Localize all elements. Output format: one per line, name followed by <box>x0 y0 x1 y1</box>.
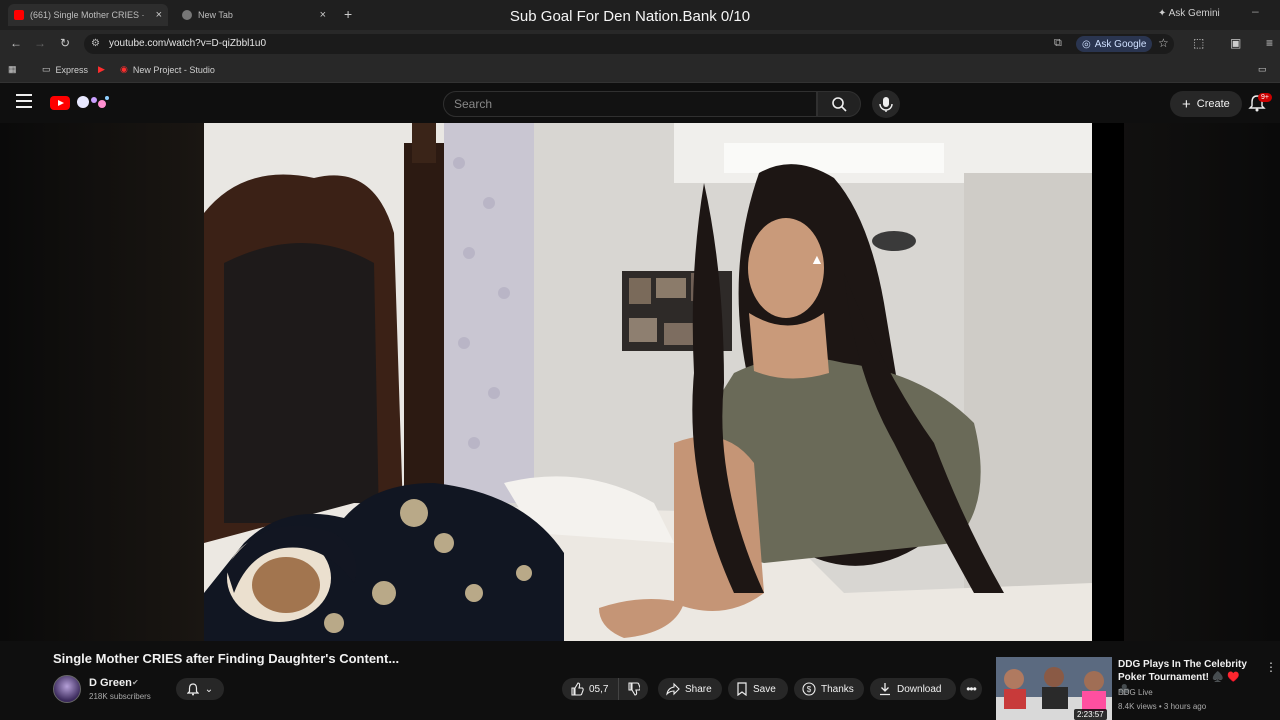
thanks-button[interactable]: $ Thanks <box>794 678 864 700</box>
channel-name[interactable]: D Green <box>89 677 132 689</box>
bookmark-label: Express <box>55 64 89 75</box>
recommendation-meta: 8.4K views • 3 hours ago <box>1118 702 1207 711</box>
bookmark-icon <box>737 682 747 696</box>
ask-google-button[interactable]: ◎ Ask Google <box>1076 36 1153 52</box>
video-player[interactable]: ▲ <box>204 123 1092 641</box>
folder-icon: ▭ <box>42 64 51 74</box>
video-frame <box>204 123 1092 641</box>
thumbs-up-icon <box>571 682 584 696</box>
url-text[interactable]: youtube.com/watch?v=D-qiZbbl1u0 <box>109 38 266 49</box>
back-arrow-icon[interactable]: ← <box>10 36 22 50</box>
video-title: Single Mother CRIES after Finding Daught… <box>53 651 400 666</box>
recommendation-channel[interactable]: DDG Live <box>1118 688 1153 697</box>
download-button[interactable]: Download <box>870 678 956 700</box>
share-icon <box>666 682 680 696</box>
studio-favicon-icon: ◉ <box>120 64 128 74</box>
bookmark-new-project-studio[interactable]: ◉ New Project - Studio <box>120 64 215 75</box>
apps-grid-icon[interactable]: ▦ <box>8 64 17 75</box>
download-label: Download <box>897 683 942 695</box>
dislike-button[interactable] <box>618 678 648 700</box>
doodle-icon[interactable] <box>74 93 112 111</box>
create-button[interactable]: + Create <box>1170 91 1242 117</box>
tab-youtube[interactable]: (661) Single Mother CRIES · × <box>8 4 168 26</box>
site-info-icon[interactable]: ⚙ <box>91 38 100 49</box>
verified-badge-icon: ✔ <box>132 678 139 687</box>
svg-text:$: $ <box>807 685 812 694</box>
more-actions-button[interactable]: ••• <box>960 678 982 700</box>
pillarbox <box>1092 123 1124 641</box>
google-lens-icon: ◎ <box>1082 38 1091 50</box>
chevron-down-icon: ⌄ <box>204 683 214 695</box>
reload-icon[interactable]: ↻ <box>60 36 70 50</box>
microphone-icon <box>879 97 893 112</box>
download-icon <box>880 683 890 696</box>
install-app-icon[interactable]: ⧉ <box>1054 37 1062 50</box>
notification-count-badge: 9+ <box>1258 93 1272 102</box>
create-label: Create <box>1196 98 1230 110</box>
ask-gemini-label: Ask Gemini <box>1168 8 1220 19</box>
thumbs-down-icon <box>628 682 640 696</box>
share-label: Share <box>685 683 712 695</box>
tab-search-icon[interactable]: ▣ <box>1230 36 1241 50</box>
bookmark-express[interactable]: ▭ Express <box>42 64 88 75</box>
bookmark-label: New Project - Studio <box>132 64 215 75</box>
bell-icon <box>186 682 199 695</box>
more-vertical-icon[interactable]: ⋮ <box>1265 660 1277 674</box>
forward-arrow-icon[interactable]: → <box>34 36 46 50</box>
subscriber-count: 218K subscribers <box>89 692 151 701</box>
plus-icon: + <box>1182 95 1191 113</box>
super-thanks-icon: $ <box>802 682 816 696</box>
youtube-logo[interactable] <box>50 96 70 110</box>
tab-label: New Tab <box>198 10 233 20</box>
youtube-favicon-icon: ▶ <box>98 64 105 74</box>
tab-label: (661) Single Mother CRIES · <box>30 10 145 20</box>
mouse-cursor-icon: ▲ <box>810 251 824 267</box>
youtube-favicon-icon <box>14 10 24 20</box>
video-duration-badge: 2:23:57 <box>1074 709 1107 720</box>
tab-new-tab[interactable]: New Tab × <box>176 4 332 26</box>
close-icon[interactable]: × <box>156 9 162 21</box>
new-tab-plus-icon[interactable]: + <box>344 6 352 22</box>
save-button[interactable]: Save <box>728 678 788 700</box>
ask-google-label: Ask Google <box>1094 38 1147 50</box>
search-button[interactable] <box>817 91 861 117</box>
bookmark-youtube[interactable]: ▶ <box>98 64 105 75</box>
channel-avatar[interactable] <box>53 675 81 703</box>
hamburger-menu-icon[interactable] <box>16 94 32 108</box>
search-input[interactable]: Search <box>443 91 817 117</box>
subscription-bell-button[interactable]: ⌄ <box>176 678 224 700</box>
close-icon[interactable]: × <box>320 9 326 21</box>
bookmark-star-icon[interactable]: ☆ <box>1158 36 1169 50</box>
search-icon <box>832 97 847 112</box>
stream-overlay-title: Sub Goal For Den Nation.Bank 0/10 <box>509 8 751 25</box>
share-button[interactable]: Share <box>658 678 722 700</box>
minimize-icon[interactable]: – <box>1252 4 1259 18</box>
like-count: 05,7 <box>589 683 609 695</box>
thanks-label: Thanks <box>821 683 854 695</box>
save-label: Save <box>753 683 776 695</box>
voice-search-button[interactable] <box>872 90 900 118</box>
globe-icon <box>182 10 192 20</box>
all-bookmarks-folder-icon[interactable]: ▭ <box>1258 64 1267 75</box>
menu-dots-icon[interactable]: ≡ <box>1266 36 1273 50</box>
like-button[interactable]: 05,7 <box>562 678 618 700</box>
more-horizontal-icon: ••• <box>966 682 977 696</box>
ask-gemini-button[interactable]: ✦ Ask Gemini <box>1158 8 1220 19</box>
extensions-icon[interactable]: ⬚ <box>1193 36 1204 50</box>
